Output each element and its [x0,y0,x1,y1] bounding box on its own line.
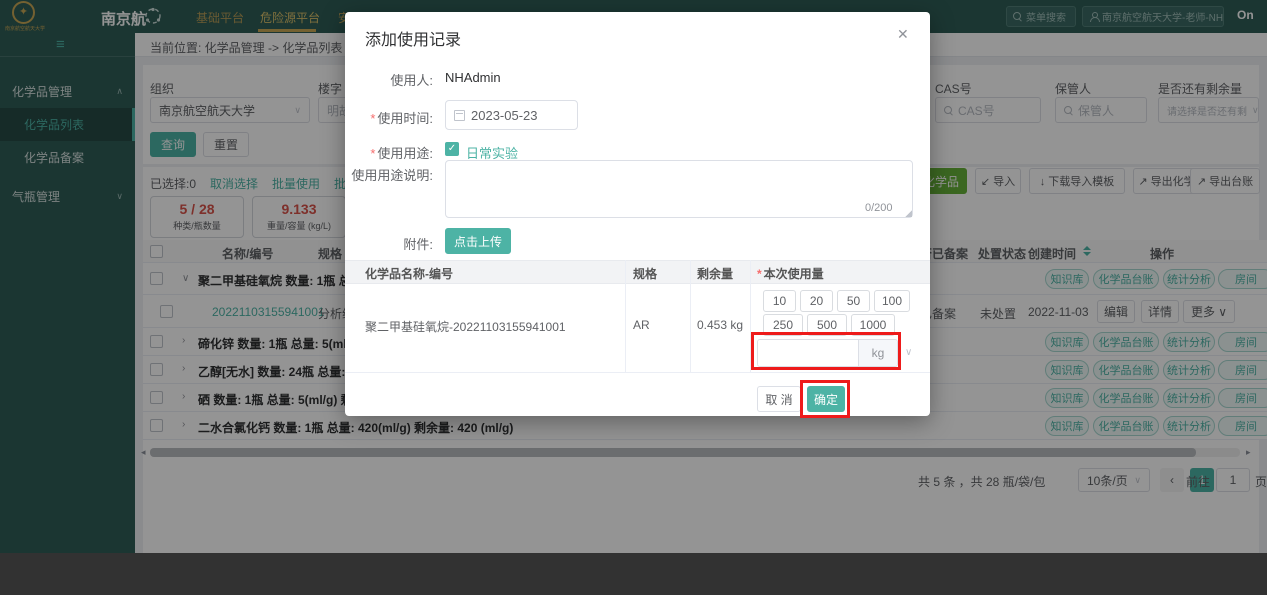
column-divider [690,260,691,372]
dialog-row-chemical-name: 聚二甲基硅氧烷-20221103155941001 [365,318,566,335]
unit-select[interactable]: kg [858,340,897,366]
dialog-col-spec: 规格 [633,265,657,282]
required-asterisk: * [370,111,375,126]
amount-chip-100[interactable]: 100 [874,290,910,312]
cancel-button[interactable]: 取 消 [757,386,801,412]
dialog-col-name: 化学品名称-编号 [365,265,453,282]
char-counter: 0/200 [865,202,893,214]
column-divider [625,260,626,372]
amount-chip-1000[interactable]: 1000 [851,314,895,336]
date-picker-input[interactable]: 2023-05-23 [445,100,578,130]
date-value: 2023-05-23 [471,108,538,123]
dialog-title: 添加使用记录 [365,26,461,50]
required-asterisk: * [757,267,762,281]
attachment-field-label: 附件: [341,234,433,253]
column-divider [750,260,751,372]
amount-chip-500[interactable]: 500 [807,314,847,336]
confirm-button[interactable]: 确定 [807,386,845,412]
upload-button[interactable]: 点击上传 [445,228,511,254]
app-root: ✦ 南京航空航天大学 南京航 基础平台 危险源平台 安 菜单搜索 南京航空航天大… [0,0,1267,595]
amount-chip-10[interactable]: 10 [763,290,796,312]
user-field-value: NHAdmin [445,70,501,85]
amount-chip-20[interactable]: 20 [800,290,833,312]
dialog-col-amount: *本次使用量 [757,265,824,282]
calendar-icon [454,110,465,121]
amount-input-group: kg [757,339,898,367]
desc-field-label: 使用用途说明: [341,165,433,184]
user-field-label: 使用人: [341,70,433,89]
dialog-row-remaining: 0.453 kg [697,318,743,332]
dialog-row-spec: AR [633,318,650,332]
required-asterisk: * [370,146,375,161]
resize-handle-icon[interactable] [905,210,912,217]
close-icon[interactable]: ✕ [897,26,909,43]
add-usage-record-dialog: 添加使用记录 ✕ 使用人: NHAdmin *使用时间: 2023-05-23 … [345,12,930,416]
usage-description-textarea[interactable] [445,160,913,218]
amount-chip-250[interactable]: 250 [763,314,803,336]
dialog-col-remain: 剩余量 [697,265,733,282]
purpose-checkbox[interactable]: ✓ [445,142,459,156]
purpose-field-label: *使用用途: [341,143,433,162]
amount-chip-50[interactable]: 50 [837,290,870,312]
date-field-label: *使用时间: [341,108,433,127]
amount-input[interactable] [758,340,858,366]
unit-chevron-down-icon: ∨ [905,347,912,358]
row-divider [345,372,930,373]
